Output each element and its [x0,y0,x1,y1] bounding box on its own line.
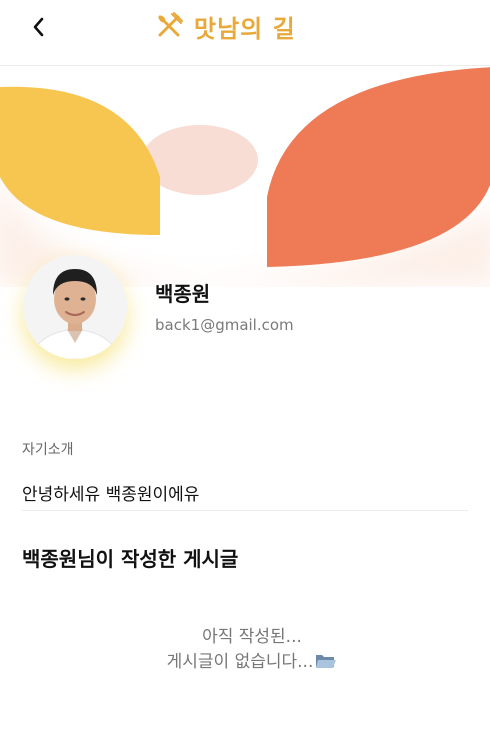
brand-title[interactable]: 맛남의 길 [194,9,296,44]
empty-message-line2-row: 게시글이 없습니다... [0,650,490,675]
fork-knife-icon [158,12,183,37]
posts-section-title: 백종원님이 작성한 게시글 [22,547,239,571]
banner-art [0,67,490,287]
profile-banner [0,67,490,287]
banner-left-leaf [0,86,160,235]
section-divider [22,510,468,511]
user-name: 백종원 [155,282,211,306]
empty-posts-message: 아직 작성된... 게시글이 없습니다... [0,625,490,675]
brand: 맛남의 길 [154,8,296,44]
user-email: back1@gmail.com [155,316,294,334]
top-header: 맛남의 길 [0,0,490,66]
empty-message-line2: 게시글이 없습니다... [166,652,314,672]
chevron-left-icon [33,17,44,37]
intro-text: 안녕하세유 백종원이에유 [22,485,200,505]
intro-label: 자기소개 [22,442,74,458]
open-folder-icon [316,655,337,668]
back-button[interactable] [22,10,56,44]
empty-message-line1: 아직 작성된... [202,627,302,647]
avatar[interactable] [23,255,127,359]
avatar-photo [23,255,127,359]
